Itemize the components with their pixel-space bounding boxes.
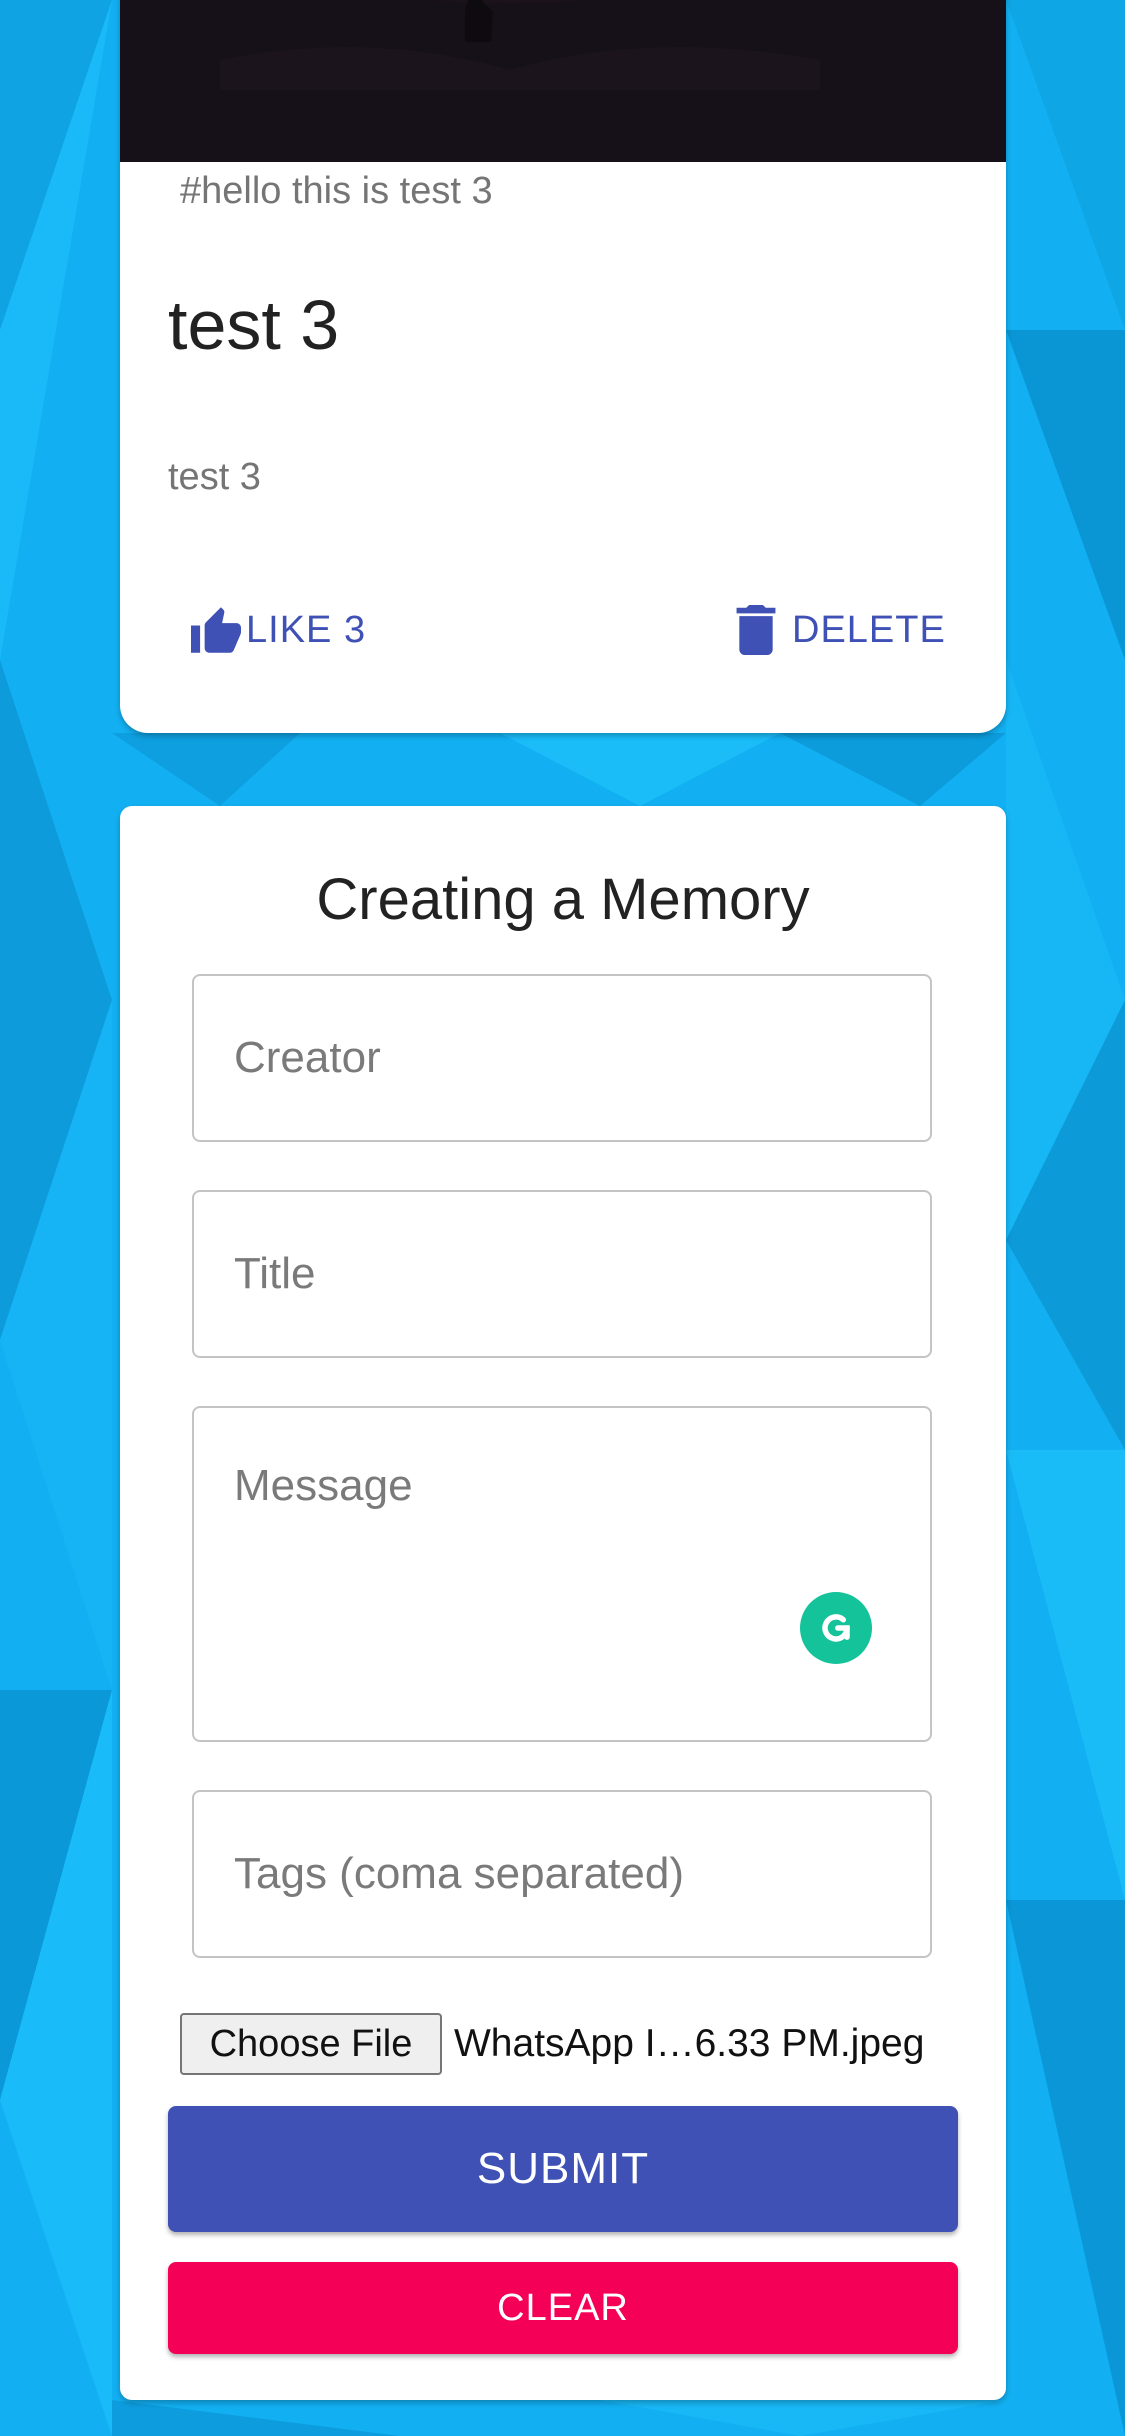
form-title: Creating a Memory [316,867,810,932]
grammarly-icon[interactable] [800,1592,872,1664]
message-input[interactable] [234,1458,884,1578]
post-tags: #hello this is test 3 [180,170,493,212]
post-actions: LIKE 3 DELETE [120,575,1006,685]
memory-card: #hello this is test 3 test 3 test 3 LIKE… [120,0,1006,733]
clear-button[interactable]: CLEAR [168,2262,958,2354]
post-message: test 3 [168,456,261,498]
tags-field[interactable] [192,1790,932,1958]
choose-file-button[interactable]: Choose File [180,2013,442,2075]
message-field[interactable] [192,1406,932,1742]
title-input[interactable] [234,1192,884,1356]
creator-field[interactable] [192,974,932,1142]
memory-form: Creating a Memory Choose File WhatsApp I… [120,806,1006,2400]
trash-icon [734,605,778,655]
creator-input[interactable] [234,976,884,1140]
post-image [120,0,1006,162]
like-label: LIKE 3 [246,608,367,651]
post-title: test 3 [168,286,340,364]
thumb-up-icon [188,605,244,655]
tags-input[interactable] [234,1792,884,1956]
like-button[interactable]: LIKE 3 [188,605,366,655]
file-input: Choose File WhatsApp I…6.33 PM.jpeg [180,2012,970,2076]
delete-label: DELETE [792,608,946,651]
title-field[interactable] [192,1190,932,1358]
delete-button[interactable]: DELETE [734,605,946,655]
file-name: WhatsApp I…6.33 PM.jpeg [454,2022,925,2065]
submit-button[interactable]: SUBMIT [168,2106,958,2232]
